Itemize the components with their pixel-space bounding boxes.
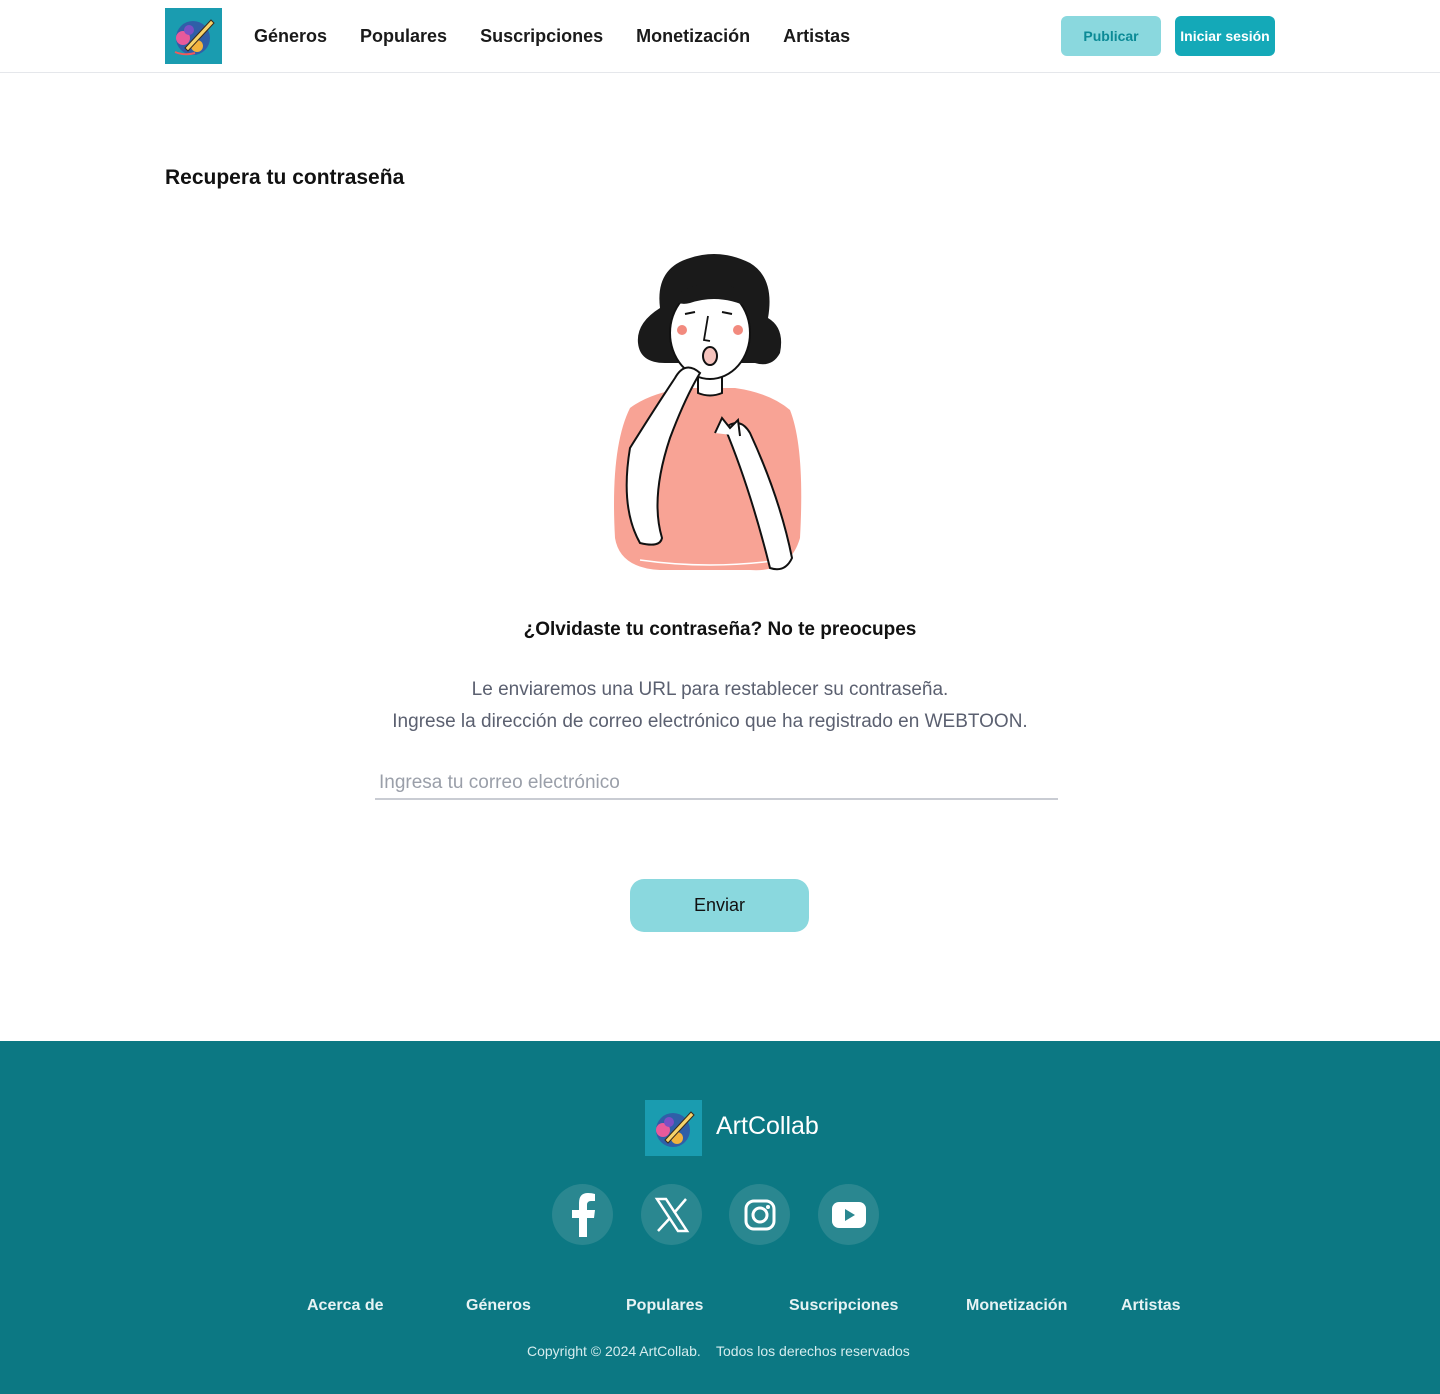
instructions-line-2: Ingrese la dirección de correo electróni… <box>392 711 1028 732</box>
publish-button[interactable]: Publicar <box>1061 16 1161 56</box>
footer-link-populares[interactable]: Populares <box>626 1297 703 1315</box>
main-nav: Géneros Populares Suscripciones Monetiza… <box>254 0 883 72</box>
footer-link-suscripciones[interactable]: Suscripciones <box>789 1297 898 1315</box>
x-icon <box>654 1197 689 1232</box>
email-field-wrapper <box>375 768 1058 800</box>
copyright: Copyright © 2024 ArtCollab. <box>527 1343 701 1359</box>
footer-links: Acerca de Géneros Populares Suscripcione… <box>0 1297 1440 1317</box>
site-footer: ArtCollab Acerca de Géneros Populares Su… <box>0 1041 1440 1394</box>
footer-brand: ArtCollab <box>716 1112 819 1140</box>
thinking-woman-illustration <box>614 254 802 571</box>
nav-populares[interactable]: Populares <box>360 26 447 47</box>
x-link[interactable] <box>641 1184 702 1245</box>
instructions: Le enviaremos una URL para restablecer s… <box>0 674 1420 738</box>
facebook-link[interactable] <box>552 1184 613 1245</box>
footer-link-acerca[interactable]: Acerca de <box>307 1297 384 1315</box>
rights-reserved: Todos los derechos reservados <box>716 1343 910 1359</box>
footer-link-monetizacion[interactable]: Monetización <box>966 1297 1067 1315</box>
instagram-icon <box>744 1199 775 1230</box>
footer-link-generos[interactable]: Géneros <box>466 1297 531 1315</box>
instagram-link[interactable] <box>729 1184 790 1245</box>
page-title: Recupera tu contraseña <box>165 166 405 189</box>
artcollab-logo[interactable] <box>645 1100 702 1156</box>
send-button[interactable]: Enviar <box>630 879 809 932</box>
instructions-line-1: Le enviaremos una URL para restablecer s… <box>471 679 949 700</box>
nav-suscripciones[interactable]: Suscripciones <box>480 26 603 47</box>
login-button[interactable]: Iniciar sesión <box>1175 16 1275 56</box>
facebook-icon <box>571 1192 595 1237</box>
site-header: Géneros Populares Suscripciones Monetiza… <box>0 0 1440 73</box>
forgot-password-heading: ¿Olvidaste tu contraseña? No te preocupe… <box>523 619 917 640</box>
youtube-icon <box>831 1201 866 1228</box>
nav-artistas[interactable]: Artistas <box>783 26 850 47</box>
nav-generos[interactable]: Géneros <box>254 26 327 47</box>
footer-link-artistas[interactable]: Artistas <box>1121 1297 1181 1315</box>
nav-monetizacion[interactable]: Monetización <box>636 26 750 47</box>
youtube-link[interactable] <box>818 1184 879 1245</box>
artcollab-logo[interactable] <box>165 8 222 64</box>
email-input[interactable] <box>375 768 1058 798</box>
